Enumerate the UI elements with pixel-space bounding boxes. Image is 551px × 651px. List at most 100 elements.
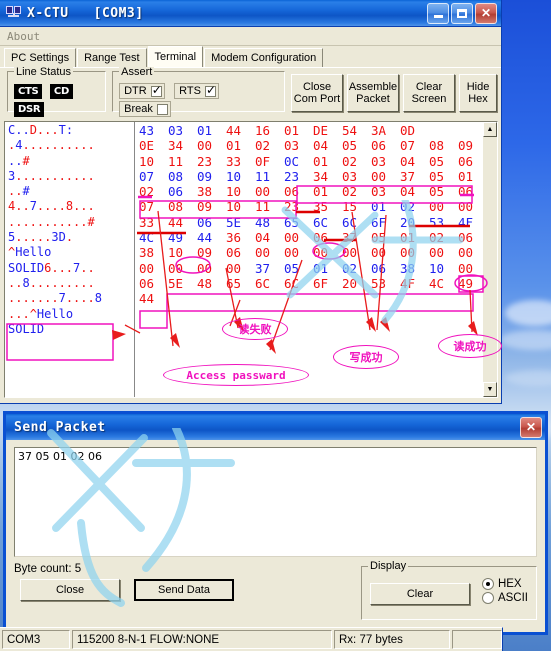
radio-hex[interactable]: HEX (481, 578, 528, 590)
wallpaper-cloud (505, 300, 551, 326)
terminal-hex-pane[interactable]: 43 03 01 44 16 01 DE 54 3A 0D 0E 34 00 01 02 03 04 05 06 07… (135, 122, 482, 397)
window-title: X-CTU [COM3] (27, 5, 144, 21)
led-dsr: DSR (14, 102, 45, 117)
ascii-line: ..# (8, 184, 30, 199)
close-com-port-line2: Com Port (293, 93, 341, 105)
wallpaper-cloud (500, 330, 551, 350)
display-group: Display Clear HEX ASCII (361, 560, 537, 620)
assemble-packet-line1: Assemble (348, 81, 398, 93)
assert-dtr[interactable]: DTR (119, 83, 165, 99)
hide-hex-line1: Hide (466, 81, 490, 93)
radio-ascii[interactable]: ASCII (481, 592, 528, 604)
minimize-icon[interactable] (427, 2, 449, 24)
status-bar: COM3 115200 8-N-1 FLOW:NONE Rx: 77 bytes (0, 627, 503, 651)
send-packet-body: 37 05 01 02 06 Byte count: 5 Close Send … (6, 428, 545, 636)
packet-input[interactable]: 37 05 01 02 06 (14, 447, 537, 557)
ascii-line: SOLID (8, 321, 45, 336)
assemble-packet-button[interactable]: Assemble Packet (347, 74, 399, 112)
ascii-line: ..8......... (8, 275, 95, 290)
assert-group: Assert DTR RTS Break (112, 66, 285, 117)
status-settings: 115200 8-N-1 FLOW:NONE (72, 630, 332, 649)
ascii-line: C..D...T: (8, 123, 74, 137)
ascii-line: .......7....8 (8, 291, 102, 306)
clear-screen-button[interactable]: Clear Screen (403, 74, 455, 112)
terminal-ascii-pane[interactable]: C..D...T: .4.......... ..# 3........... ..# 4… (5, 122, 134, 397)
ascii-line: .4.......... (8, 138, 95, 153)
status-extra (452, 630, 502, 649)
tab-modem-configuration[interactable]: Modem Configuration (204, 48, 324, 67)
radio-hex-dot[interactable] (481, 578, 494, 590)
radio-ascii-dot[interactable] (481, 592, 494, 604)
display-group-label: Display (368, 560, 409, 572)
ascii-line: 4..7....8... (8, 199, 95, 214)
radio-ascii-label: ASCII (497, 592, 528, 604)
assemble-packet-line2: Packet (356, 93, 390, 105)
assert-break[interactable]: Break (119, 101, 171, 117)
hex-row: 4C 49 44 36 04 00 06 37 05 01 02 06 (139, 230, 474, 246)
send-packet-title-bar: Send Packet ✕ (6, 414, 545, 440)
terminal-output-area[interactable]: C..D...T: .4.......... ..# 3........... ..# 4… (4, 121, 498, 398)
assert-break-label: Break (124, 103, 153, 115)
hex-row: 02 06 38 10 00 06 01 02 03 04 05 06 (139, 184, 474, 200)
close-icon[interactable]: ✕ (475, 2, 497, 24)
hex-row: 43 03 01 44 16 01 DE 54 3A 0D (139, 123, 416, 138)
hide-hex-button[interactable]: Hide Hex (459, 74, 497, 112)
menu-bar: About (0, 27, 501, 46)
assert-break-checkbox[interactable] (156, 103, 168, 115)
tab-pc-settings[interactable]: PC Settings (4, 48, 77, 67)
assert-dtr-label: DTR (124, 85, 147, 97)
hex-row: 00 00 00 00 37 05 01 02 06 38 10 00 (139, 260, 474, 276)
assert-rts-checkbox[interactable] (204, 83, 216, 97)
window-buttons: ✕ (427, 2, 499, 24)
tab-bar: PC Settings Range Test Terminal Modem Co… (0, 46, 501, 67)
ascii-line: 3........... (8, 168, 95, 183)
close-button[interactable]: Close (20, 579, 120, 601)
title-bar: X-CTU [COM3] ✕ (0, 0, 501, 27)
hex-row: 33 44 06 5E 48 65 6C 6C 6F 20 53 4F (139, 214, 474, 230)
scroll-up-icon[interactable]: ▲ (483, 122, 497, 137)
assert-rts-label: RTS (179, 85, 201, 97)
clear-screen-line2: Screen (411, 93, 447, 105)
assert-rts[interactable]: RTS (174, 83, 219, 99)
assert-label: Assert (119, 66, 155, 78)
hex-row: 38 10 09 06 00 00 00 00 00 00 00 00 (139, 245, 474, 261)
ascii-line: ^Hello (8, 245, 52, 260)
led-cts: CTS (14, 84, 43, 99)
wallpaper-cloud (505, 370, 551, 386)
xctu-main-window: X-CTU [COM3] ✕ About PC Settings Range T… (0, 0, 502, 404)
modem-icon (5, 5, 22, 21)
ascii-line: ...........# (8, 214, 95, 229)
tab-terminal[interactable]: Terminal (147, 46, 204, 67)
send-packet-dialog: Send Packet ✕ 37 05 01 02 06 Byte count:… (3, 411, 548, 635)
hex-row: 07 08 09 10 11 23 35 15 01 02 00 00 (139, 199, 474, 215)
hex-row: 0E 34 00 01 02 03 04 05 06 07 08 09 (139, 138, 474, 154)
clear-button[interactable]: Clear (370, 583, 470, 605)
ascii-line: ...^Hello (8, 306, 74, 321)
hex-row: 06 5E 48 65 6C 6C 6F 20 53 4F 4C 49 (139, 275, 474, 291)
tab-range-test[interactable]: Range Test (77, 48, 147, 67)
hide-hex-line2: Hex (468, 93, 488, 105)
radio-hex-label: HEX (497, 578, 522, 590)
menu-item-about[interactable]: About (7, 30, 40, 43)
status-port: COM3 (2, 630, 70, 649)
line-status-group: Line Status CTS CD DSR (7, 66, 107, 117)
send-packet-title: Send Packet (14, 419, 106, 435)
terminal-toolbar: Close Com Port Assemble Packet Clear Scr… (291, 71, 497, 112)
hex-row: 44 (139, 291, 155, 307)
ascii-line: ..# (8, 153, 30, 168)
close-icon[interactable]: ✕ (520, 416, 542, 438)
status-rx: Rx: 77 bytes (334, 630, 450, 649)
send-data-button[interactable]: Send Data (134, 579, 234, 601)
ascii-line: SOLID6...7.. (8, 260, 95, 275)
hex-row: 10 11 23 33 0F 0C 01 02 03 04 05 06 (139, 153, 474, 169)
hex-row: 07 08 09 10 11 23 34 03 00 37 05 01 (139, 168, 474, 184)
ascii-line: 5.....3D. (8, 230, 74, 245)
terminal-scrollbar[interactable]: ▲ ▼ (482, 122, 497, 397)
clear-screen-line1: Clear (415, 81, 443, 93)
assert-dtr-checkbox[interactable] (150, 83, 162, 97)
close-com-port-button[interactable]: Close Com Port (291, 74, 343, 112)
line-status-label: Line Status (14, 66, 74, 78)
maximize-icon[interactable] (451, 2, 473, 24)
led-cd: CD (49, 84, 73, 99)
scroll-down-icon[interactable]: ▼ (483, 382, 497, 397)
